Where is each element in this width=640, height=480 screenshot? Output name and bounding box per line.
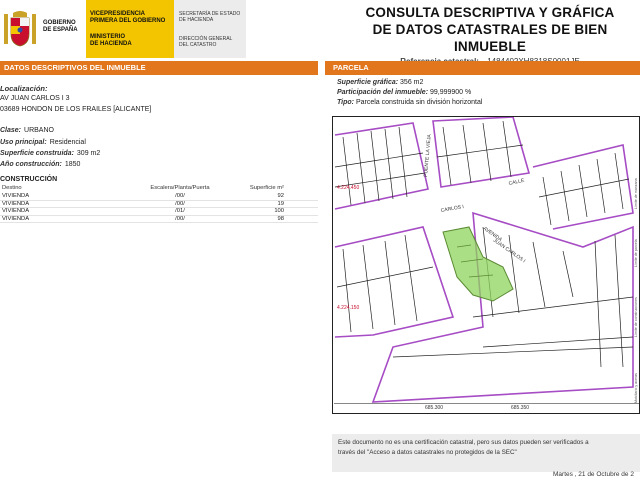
anio-label: Año construcción: bbox=[0, 161, 62, 168]
cell-escalera: /00/ bbox=[135, 215, 225, 224]
participacion-field: Participación del inmueble: 99,999900 % bbox=[337, 88, 482, 98]
document-title: CONSULTA DESCRIPTIVA Y GRÁFICA DE DATOS … bbox=[340, 4, 640, 67]
legend-label: Límite de parcela bbox=[634, 239, 638, 267]
participacion-label: Participación del inmueble: bbox=[337, 89, 429, 96]
parcela-details: Superficie gráfica: 356 m2 Participación… bbox=[337, 78, 482, 108]
col-superficie: Superficie m² bbox=[249, 185, 284, 191]
legend-label: Mobiliario y aceras bbox=[634, 373, 638, 403]
table-row: VIVIENDA /00/ 19 bbox=[0, 200, 318, 209]
coord-label: 685.300 bbox=[425, 405, 443, 411]
title-line-2: DE DATOS CATASTRALES DE BIEN INMUEBLE bbox=[372, 22, 608, 54]
superficie-value: 309 m2 bbox=[76, 150, 101, 157]
anio-value: 1850 bbox=[64, 161, 81, 168]
section-bar-inmueble: DATOS DESCRIPTIVOS DEL INMUEBLE bbox=[0, 61, 318, 75]
superficie-grafica-value: 356 m2 bbox=[400, 79, 424, 86]
table-row: VIVIENDA /00/ 92 bbox=[0, 193, 318, 201]
legend-label: Límite de manzana bbox=[634, 178, 638, 209]
cadastral-map[interactable]: PUENTE LA VIEJA CALLE CARLOS I AVENIDA J… bbox=[332, 116, 640, 414]
address-line-2: 03689 HONDON DE LOS FRAILES [ALICANTE] bbox=[0, 106, 152, 113]
disclaimer-line-2: través del "Acceso a datos catastrales n… bbox=[338, 449, 517, 456]
gobierno-text: GOBIERNO DE ESPAÑA bbox=[43, 20, 78, 33]
direccion-text: DIRECCIÓN GENERAL DEL CATASTRO bbox=[179, 36, 233, 48]
coord-label: 4.224.150 bbox=[337, 305, 359, 311]
disclaimer-line-1: Este documento no es una certificación c… bbox=[338, 439, 589, 446]
gobierno-block: GOBIERNO DE ESPAÑA bbox=[0, 0, 86, 58]
cell-escalera: /00/ bbox=[135, 200, 225, 209]
superficie-label: Superficie construida: bbox=[0, 150, 74, 157]
clase-label: Clase: bbox=[0, 127, 22, 134]
section-bar-parcela: PARCELA bbox=[325, 61, 640, 75]
cell-superficie: 19 bbox=[225, 200, 318, 209]
uso-label: Uso principal: bbox=[0, 139, 47, 146]
col-destino: Destino bbox=[2, 185, 22, 191]
table-row: VIVIENDA /01/ 100 bbox=[0, 207, 318, 216]
tipo-field: Tipo: Parcela construida sin división ho… bbox=[337, 98, 482, 108]
uso-value: Residencial bbox=[49, 139, 86, 146]
coord-label: 685.350 bbox=[511, 405, 529, 411]
cell-superficie: 98 bbox=[225, 215, 318, 224]
clase-value: URBANO bbox=[24, 127, 54, 134]
disclaimer-box: Este documento no es una certificación c… bbox=[332, 434, 640, 472]
col-escalera: Escalera/Planta/Puerta bbox=[150, 185, 210, 191]
cell-destino: VIVIENDA bbox=[0, 215, 135, 224]
uso-field: Uso principal: Residencial bbox=[0, 139, 86, 146]
superficie-grafica-field: Superficie gráfica: 356 m2 bbox=[337, 78, 482, 88]
cell-escalera: /00/ bbox=[135, 193, 225, 201]
coat-of-arms-icon bbox=[4, 11, 36, 47]
ministry-block: VICEPRESIDENCIA PRIMERA DEL GOBIERNO MIN… bbox=[86, 0, 174, 58]
address-line-1: AV JUAN CARLOS I 3 bbox=[0, 95, 70, 102]
cell-superficie: 92 bbox=[225, 193, 318, 201]
secretaria-text: SECRETARÍA DE ESTADO DE HACIENDA bbox=[179, 11, 241, 23]
cell-escalera: /01/ bbox=[135, 207, 225, 216]
clase-field: Clase: URBANO bbox=[0, 127, 54, 134]
cell-superficie: 100 bbox=[225, 207, 318, 216]
participacion-value: 99,999900 % bbox=[429, 89, 472, 96]
vicepresidencia-text: VICEPRESIDENCIA PRIMERA DEL GOBIERNO bbox=[90, 11, 166, 24]
superficie-field: Superficie construida: 309 m2 bbox=[0, 150, 100, 157]
construccion-heading: CONSTRUCCIÓN bbox=[0, 176, 58, 183]
anio-field: Año construcción: 1850 bbox=[0, 161, 80, 168]
table-row: VIVIENDA /00/ 98 bbox=[0, 215, 318, 224]
ministerio-text: MINISTERIO DE HACIENDA bbox=[90, 34, 132, 47]
title-line-1: CONSULTA DESCRIPTIVA Y GRÁFICA bbox=[365, 5, 615, 20]
cell-destino: VIVIENDA bbox=[0, 193, 135, 201]
tipo-label: Tipo: bbox=[337, 99, 354, 106]
document-date: Martes , 21 de Octubre de 2 bbox=[553, 471, 634, 478]
coord-label: 4.224.450 bbox=[337, 185, 359, 191]
tipo-value: Parcela construida sin división horizont… bbox=[355, 99, 483, 106]
localizacion-label: Localización: bbox=[0, 84, 48, 93]
legend-label: Límite de construcciones bbox=[634, 297, 638, 337]
cell-destino: VIVIENDA bbox=[0, 200, 135, 209]
construction-table: Destino Escalera/Planta/Puerta Superfici… bbox=[0, 183, 318, 224]
direction-block: SECRETARÍA DE ESTADO DE HACIENDA DIRECCI… bbox=[174, 0, 246, 58]
superficie-grafica-label: Superficie gráfica: bbox=[337, 79, 399, 86]
government-header: GOBIERNO DE ESPAÑA VICEPRESIDENCIA PRIME… bbox=[0, 0, 246, 58]
table-header-row: Destino Escalera/Planta/Puerta Superfici… bbox=[0, 183, 318, 193]
map-drawing: PUENTE LA VIEJA CALLE CARLOS I AVENIDA J… bbox=[333, 117, 639, 413]
cell-destino: VIVIENDA bbox=[0, 207, 135, 216]
